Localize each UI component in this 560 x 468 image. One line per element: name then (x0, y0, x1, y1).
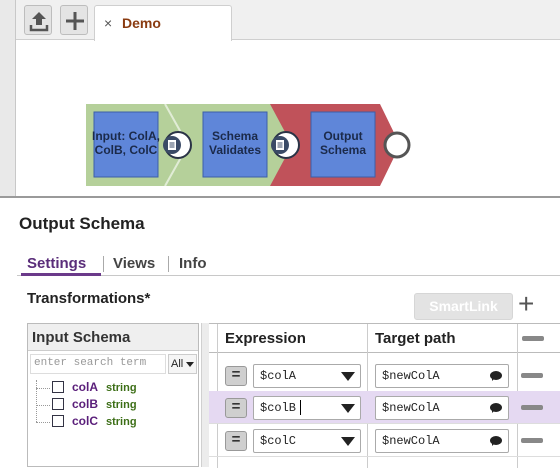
target-path-value: $newColA (382, 401, 440, 415)
tab-info[interactable]: Info (179, 255, 207, 272)
settings-tabs: Settings Views Info (17, 252, 560, 276)
panel-splitter[interactable] (0, 196, 560, 198)
page-title: Output Schema (19, 214, 145, 233)
expression-toggle-button[interactable]: = (225, 366, 247, 386)
table-row[interactable]: = $colA $newColA (209, 359, 560, 392)
schema-filter-select[interactable]: All (168, 354, 197, 374)
expression-input[interactable]: $colC (253, 429, 361, 453)
remove-row-button[interactable] (521, 405, 543, 410)
schema-filter-value: All (171, 358, 184, 370)
input-schema-header: Input Schema (28, 324, 198, 351)
expression-toggle-button[interactable]: = (225, 398, 247, 418)
snap-label-line: Schema (211, 129, 259, 143)
transformations-label: Transformations* (27, 290, 151, 307)
snap-label-schema-validates[interactable]: Schema Validates (195, 129, 275, 157)
field-checkbox[interactable] (52, 398, 64, 410)
column-header-expression: Expression (217, 324, 367, 353)
expression-value: $colB (260, 401, 297, 415)
remove-row-button[interactable] (521, 373, 543, 378)
tab-separator (168, 256, 169, 272)
smartlink-button[interactable]: SmartLink (414, 293, 513, 320)
tab-views[interactable]: Views (113, 255, 155, 272)
schema-field-row[interactable]: colB string (36, 397, 196, 413)
snap-label-line: Output (323, 129, 363, 143)
expression-value: $colA (260, 369, 297, 383)
column-header-target-path: Target path (367, 324, 517, 353)
text-caret (300, 400, 301, 415)
chevron-down-icon (186, 362, 194, 367)
target-path-value: $newColA (382, 434, 440, 448)
field-name: colC (72, 414, 99, 428)
table-header: Expression Target path (209, 324, 560, 353)
remove-all-button[interactable] (522, 336, 544, 341)
snap-label-line: ColB, ColC (94, 143, 158, 157)
snap-label-input[interactable]: Input: ColA, ColB, ColC (86, 129, 166, 157)
dropdown-arrow-icon[interactable] (341, 437, 355, 446)
input-schema-panel: Input Schema enter search term All colA … (27, 323, 199, 467)
tab-settings[interactable]: Settings (27, 255, 86, 272)
field-checkbox[interactable] (52, 415, 64, 427)
output-port-icon (383, 131, 411, 159)
snap-label-line: Input: ColA, (92, 129, 160, 143)
tree-branch (36, 405, 50, 406)
schema-search-input[interactable]: enter search term (30, 354, 166, 374)
tree-branch (36, 388, 50, 389)
pipeline-diagram (86, 103, 411, 187)
snap-label-output-schema[interactable]: Output Schema (303, 129, 383, 157)
target-path-input[interactable]: $newColA (375, 364, 509, 388)
field-type: string (106, 399, 137, 411)
expression-input[interactable]: $colA (253, 364, 361, 388)
field-name: colB (72, 397, 99, 411)
dropdown-arrow-icon[interactable] (341, 372, 355, 381)
target-path-input[interactable]: $newColA (375, 429, 509, 453)
snap-label-line: Schema (319, 143, 367, 157)
field-name: colA (72, 380, 99, 394)
comment-icon[interactable] (490, 436, 502, 446)
expression-toggle-button[interactable]: = (225, 431, 247, 451)
table-splitter[interactable] (201, 323, 209, 467)
field-type: string (106, 416, 137, 428)
mapping-table: Expression Target path = $colA $newColA … (209, 323, 560, 468)
field-type: string (106, 382, 137, 394)
target-path-input[interactable]: $newColA (375, 396, 509, 420)
input-schema-title: Input Schema (32, 329, 131, 346)
column-header-actions (517, 324, 560, 353)
comment-icon[interactable] (490, 403, 502, 413)
field-checkbox[interactable] (52, 381, 64, 393)
snap-label-line: Validates (208, 143, 262, 157)
dropdown-arrow-icon[interactable] (341, 404, 355, 413)
expression-value: $colC (260, 434, 297, 448)
tab-separator (103, 256, 104, 272)
comment-icon[interactable] (490, 371, 502, 381)
schema-field-row[interactable]: colA string (36, 380, 196, 396)
add-row-button[interactable]: + (518, 290, 534, 318)
remove-row-button[interactable] (521, 438, 543, 443)
table-row[interactable]: = $colC $newColA (209, 424, 560, 457)
active-tab-underline (21, 273, 101, 276)
schema-field-row[interactable]: colC string (36, 414, 196, 430)
expression-input[interactable]: $colB (253, 396, 361, 420)
column-header-label: Expression (225, 330, 306, 347)
target-path-value: $newColA (382, 369, 440, 383)
column-header-label: Target path (375, 330, 456, 347)
table-row-selected[interactable]: = $colB $newColA (209, 391, 560, 424)
tree-branch (36, 422, 50, 423)
